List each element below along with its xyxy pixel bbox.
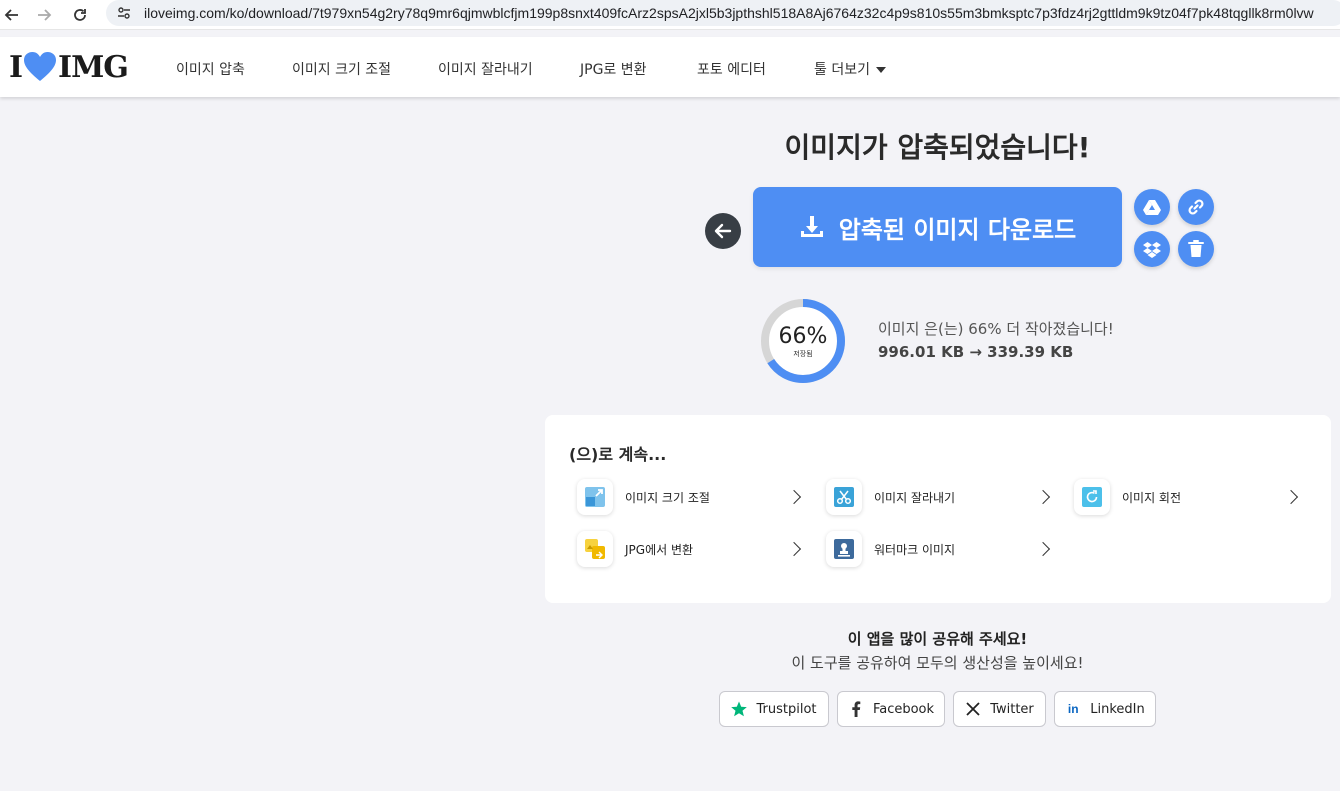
dropbox-button[interactable] xyxy=(1134,231,1170,267)
link-icon xyxy=(1188,199,1204,215)
share-button-label: Trustpilot xyxy=(756,701,817,717)
logo-text-left: I xyxy=(9,49,23,85)
copy-link-button[interactable] xyxy=(1178,189,1214,225)
chevron-right-icon xyxy=(786,489,802,505)
url-text: iloveimg.com/ko/download/7t979xn54g2ry78… xyxy=(144,5,1314,21)
back-button[interactable] xyxy=(705,213,741,249)
size-comparison-text: 996.01 KB → 339.39 KB xyxy=(878,343,1074,361)
nav-compress-image[interactable]: 이미지 압축 xyxy=(176,59,245,79)
tool-label: 이미지 회전 xyxy=(1122,490,1182,505)
gauge-sub-label: 저장됨 xyxy=(793,350,813,358)
browser-toolbar: iloveimg.com/ko/download/7t979xn54g2ry78… xyxy=(0,0,1340,30)
delete-button[interactable] xyxy=(1178,231,1214,267)
heart-icon xyxy=(24,52,57,81)
nav-resize-image[interactable]: 이미지 크기 조절 xyxy=(292,59,391,79)
rotate-icon xyxy=(1074,479,1110,515)
chevron-down-icon xyxy=(875,67,886,73)
share-button-label: LinkedIn xyxy=(1090,701,1145,717)
twitter-button[interactable]: Twitter xyxy=(953,691,1046,727)
trustpilot-star-icon xyxy=(731,701,748,717)
share-button-label: Facebook xyxy=(872,701,935,717)
google-drive-icon xyxy=(1143,200,1161,215)
download-compressed-image-button[interactable]: 압축된 이미지 다운로드 xyxy=(753,187,1122,267)
chevron-right-icon xyxy=(1035,489,1051,505)
watermark-icon xyxy=(826,531,862,567)
continue-with-panel: (으)로 계속... 이미지 크기 조절 이미지 잘라내기 이미지 회전 JPG… xyxy=(545,415,1331,603)
facebook-button[interactable]: Facebook xyxy=(837,691,945,727)
site-header: I IMG 이미지 압축 이미지 크기 조절 이미지 잘라내기 JPG로 변환 … xyxy=(0,37,1340,97)
x-twitter-icon xyxy=(965,701,981,717)
site-settings-icon[interactable] xyxy=(116,5,132,21)
nav-convert-to-jpg[interactable]: JPG로 변환 xyxy=(580,59,647,79)
page-title: 이미지가 압축되었습니다! xyxy=(784,131,1091,164)
share-title: 이 앱을 많이 공유해 주세요! xyxy=(847,630,1028,648)
nav-more-tools-label: 툴 더보기 xyxy=(814,62,870,78)
tool-watermark-image[interactable]: 워터마크 이미지 xyxy=(826,529,1052,569)
nav-photo-editor[interactable]: 포토 에디터 xyxy=(697,59,766,79)
back-arrow-icon[interactable] xyxy=(0,3,24,27)
forward-arrow-icon[interactable] xyxy=(32,3,56,27)
address-bar[interactable]: iloveimg.com/ko/download/7t979xn54g2ry78… xyxy=(106,0,1340,26)
resize-icon xyxy=(577,479,613,515)
tool-resize-image[interactable]: 이미지 크기 조절 xyxy=(577,477,803,517)
size-reduction-text: 이미지 은(는) 66% 더 작아졌습니다! xyxy=(878,320,1114,338)
tool-crop-image[interactable]: 이미지 잘라내기 xyxy=(826,477,1052,517)
download-icon xyxy=(800,216,823,237)
continue-title: (으)로 계속... xyxy=(569,445,667,464)
download-label: 압축된 이미지 다운로드 xyxy=(838,215,1077,244)
gauge-percent: 66% xyxy=(778,324,828,349)
reload-icon[interactable] xyxy=(68,3,92,27)
tool-label: 이미지 크기 조절 xyxy=(625,490,710,505)
tool-convert-from-jpg[interactable]: JPG에서 변환 xyxy=(577,529,803,569)
arrow-left-icon xyxy=(714,223,732,239)
linkedin-icon: in xyxy=(1067,702,1079,716)
trash-icon xyxy=(1188,240,1204,257)
linkedin-button[interactable]: in LinkedIn xyxy=(1054,691,1156,727)
dropbox-icon xyxy=(1143,241,1161,258)
share-subtitle: 이 도구를 공유하여 모두의 생산성을 높이세요! xyxy=(791,654,1084,672)
facebook-icon xyxy=(848,701,864,717)
chevron-right-icon xyxy=(1283,489,1299,505)
crop-icon xyxy=(826,479,862,515)
convert-from-jpg-icon xyxy=(577,531,613,567)
logo-text-right: IMG xyxy=(58,49,129,85)
tool-rotate-image[interactable]: 이미지 회전 xyxy=(1074,477,1300,517)
google-drive-button[interactable] xyxy=(1134,189,1170,225)
tool-label: 이미지 잘라내기 xyxy=(874,490,956,505)
nav-more-tools[interactable]: 툴 더보기 xyxy=(814,59,886,79)
tool-label: JPG에서 변환 xyxy=(625,542,694,557)
nav-crop-image[interactable]: 이미지 잘라내기 xyxy=(438,59,533,79)
share-button-label: Twitter xyxy=(990,701,1034,717)
trustpilot-button[interactable]: Trustpilot xyxy=(719,691,829,727)
iloveimg-logo[interactable]: I IMG xyxy=(9,49,129,85)
chevron-right-icon xyxy=(1035,541,1051,557)
tool-label: 워터마크 이미지 xyxy=(874,542,956,557)
chevron-right-icon xyxy=(786,541,802,557)
